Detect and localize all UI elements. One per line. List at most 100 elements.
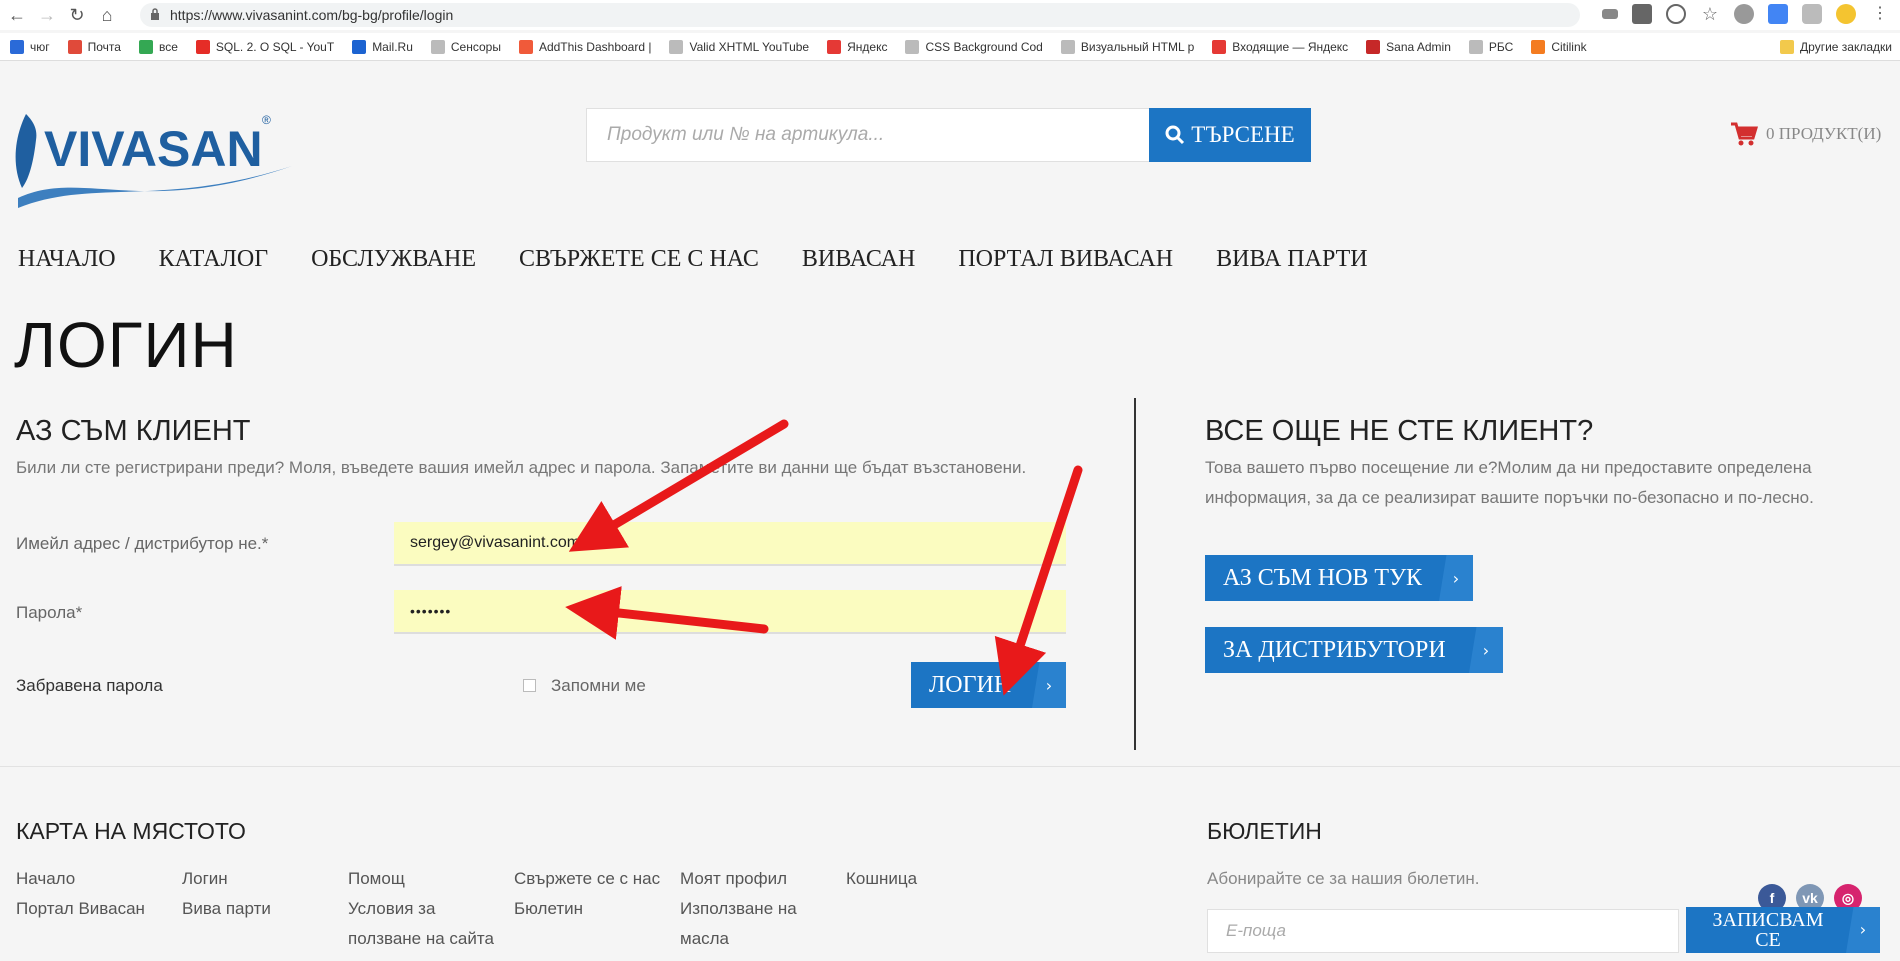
home-icon[interactable]: ⌂	[94, 2, 120, 28]
search-input[interactable]: Продукт или № на артикула...	[586, 108, 1150, 162]
chevron-right-icon: ›	[1439, 555, 1473, 601]
page-title: ЛОГИН	[14, 309, 238, 381]
login-intro: Били ли сте регистрирани преди? Моля, въ…	[16, 458, 1027, 477]
chevron-right-icon: ›	[1032, 662, 1066, 708]
nav-item[interactable]: СВЪРЖЕТЕ СЕ С НАС	[519, 246, 759, 273]
sitemap-link[interactable]: Кошница	[846, 864, 917, 894]
email-field[interactable]: sergey@vivasanint.com	[394, 522, 1066, 566]
bookmark-icon	[10, 39, 24, 54]
nav-item[interactable]: КАТАЛОГ	[159, 246, 269, 273]
zoom-icon[interactable]	[1666, 4, 1686, 24]
new-customer-button[interactable]: АЗ СЪМ НОВ ТУК ›	[1205, 555, 1473, 601]
bookmark-item[interactable]: Яндекс	[827, 39, 887, 54]
nav-item[interactable]: ПОРТАЛ ВИВАСАН	[958, 246, 1173, 273]
sitemap-link[interactable]: Помощ	[348, 864, 405, 894]
distributors-button[interactable]: ЗА ДИСТРИБУТОРИ ›	[1205, 627, 1503, 673]
sitemap-link[interactable]: Портал Вивасан	[16, 894, 145, 924]
bookmark-item[interactable]: Сенсоры	[430, 39, 501, 54]
bookmark-icon	[430, 39, 445, 54]
bookmark-item[interactable]: Valid XHTML YouTube	[669, 39, 809, 54]
svg-text:®: ®	[262, 113, 271, 127]
back-icon[interactable]: ←	[4, 2, 30, 28]
cart-link[interactable]: 0 ПРОДУКТ(И)	[1730, 122, 1881, 146]
bookmark-item[interactable]: Визуальный HTML р	[1060, 39, 1194, 54]
bookmark-item[interactable]: Почта	[67, 39, 121, 54]
register-intro-line2: информация, за да се реализират вашите п…	[1205, 488, 1814, 507]
chevron-right-icon: ›	[1469, 627, 1503, 673]
google-translate-icon[interactable]	[1768, 4, 1788, 24]
nav-item[interactable]: ОБСЛУЖВАНЕ	[311, 246, 476, 273]
sitemap-link[interactable]: Начало	[16, 864, 75, 894]
password-field[interactable]: •••••••	[394, 590, 1066, 634]
sitemap-link[interactable]: Условия за	[348, 894, 435, 924]
bookmark-item[interactable]: Sana Admin	[1366, 39, 1451, 54]
register-heading: ВСЕ ОЩЕ НЕ СТЕ КЛИЕНТ?	[1205, 415, 1594, 447]
bookmark-item[interactable]: чюг	[10, 39, 50, 54]
newsletter-heading: БЮЛЕТИН	[1207, 818, 1322, 844]
nav-item[interactable]: ВИВАСАН	[802, 246, 915, 273]
key-icon[interactable]	[1602, 9, 1618, 19]
url-text: https://www.vivasanint.com/bg-bg/profile…	[170, 7, 454, 23]
translate-icon[interactable]	[1632, 4, 1652, 24]
sitemap-link[interactable]: Логин	[182, 864, 228, 894]
password-label: Парола*	[16, 603, 83, 622]
search-icon	[1165, 125, 1185, 145]
bookmark-item[interactable]: Входящие — Яндекс	[1212, 39, 1348, 54]
login-heading: АЗ СЪМ КЛИЕНТ	[16, 415, 251, 447]
reload-icon[interactable]: ↻	[64, 2, 90, 28]
bookmark-item[interactable]: РБС	[1468, 39, 1513, 54]
sitemap-link[interactable]: Бюлетин	[514, 894, 583, 924]
vivasan-logo[interactable]: VIVASAN ®	[12, 108, 296, 208]
search-button[interactable]: ТЪРСЕНЕ	[1149, 108, 1311, 162]
login-button[interactable]: ЛОГИН ›	[911, 662, 1066, 708]
bookmark-icon	[518, 39, 533, 54]
address-bar[interactable]: https://www.vivasanint.com/bg-bg/profile…	[140, 3, 1580, 27]
remember-me-checkbox[interactable]	[523, 679, 536, 692]
bookmark-icon	[1212, 39, 1227, 54]
bookmark-item[interactable]: AddThis Dashboard |	[518, 39, 651, 54]
bookmark-icon	[1060, 39, 1075, 54]
newsletter-email-input[interactable]: Е-поща	[1207, 909, 1679, 953]
sitemap-link[interactable]: Използване на	[680, 894, 797, 924]
sitemap-link[interactable]: масла	[680, 924, 729, 954]
subscribe-button[interactable]: ЗАПИСВАМ СЕ ›	[1686, 907, 1880, 953]
bookmark-item[interactable]: Citilink	[1531, 39, 1587, 54]
bookmark-item[interactable]: CSS Background Cod	[905, 39, 1043, 54]
nav-item[interactable]: НАЧАЛО	[18, 246, 116, 273]
shield-icon[interactable]	[1802, 4, 1822, 24]
bookmarks-bar: чюг Почта все SQL. 2. O SQL - YouT Mail.Ru Се…	[0, 33, 1900, 61]
remember-me-label[interactable]: Запомни ме	[551, 676, 646, 696]
sitemap-link[interactable]: Свържете се с нас	[514, 864, 660, 894]
logo-text: VIVASAN	[44, 121, 263, 177]
avatar[interactable]	[1836, 4, 1856, 24]
bookmark-item[interactable]: SQL. 2. O SQL - YouT	[195, 39, 334, 54]
lock-icon	[151, 8, 159, 20]
star-icon[interactable]: ☆	[1700, 4, 1720, 24]
sitemap-heading: КАРТА НА МЯСТОТО	[16, 818, 246, 844]
bookmark-icon	[352, 39, 367, 54]
bookmark-icon	[905, 39, 920, 54]
bookmark-icon	[827, 39, 842, 54]
bookmark-icon	[669, 39, 684, 54]
chevron-right-icon: ›	[1846, 907, 1880, 953]
other-bookmarks[interactable]: Другие закладки	[1780, 39, 1892, 54]
cart-icon	[1731, 122, 1758, 146]
sitemap-link[interactable]: Вива парти	[182, 894, 271, 924]
globe-icon[interactable]	[1734, 4, 1754, 24]
forward-icon[interactable]: →	[34, 2, 60, 28]
folder-icon	[1780, 39, 1795, 54]
sitemap-link[interactable]: ползване на сайта	[348, 924, 494, 954]
bookmark-icon	[67, 39, 82, 54]
sitemap-link[interactable]: Моят профил	[680, 864, 787, 894]
section-divider	[1134, 398, 1136, 750]
nav-item[interactable]: ВИВА ПАРТИ	[1216, 246, 1367, 273]
main-nav: НАЧАЛО КАТАЛОГ ОБСЛУЖВАНЕ СВЪРЖЕТЕ СЕ С НАС…	[18, 246, 1411, 273]
footer-divider	[0, 766, 1900, 767]
bookmark-icon	[195, 39, 210, 54]
forgot-password-link[interactable]: Забравена парола	[16, 676, 163, 696]
bookmark-icon	[138, 39, 153, 54]
bookmark-item[interactable]: все	[138, 39, 178, 54]
menu-icon[interactable]: ⋮	[1870, 4, 1890, 24]
browser-toolbar: ← → ↻ ⌂ https://www.vivasanint.com/bg-bg…	[0, 0, 1900, 30]
bookmark-item[interactable]: Mail.Ru	[352, 39, 413, 54]
